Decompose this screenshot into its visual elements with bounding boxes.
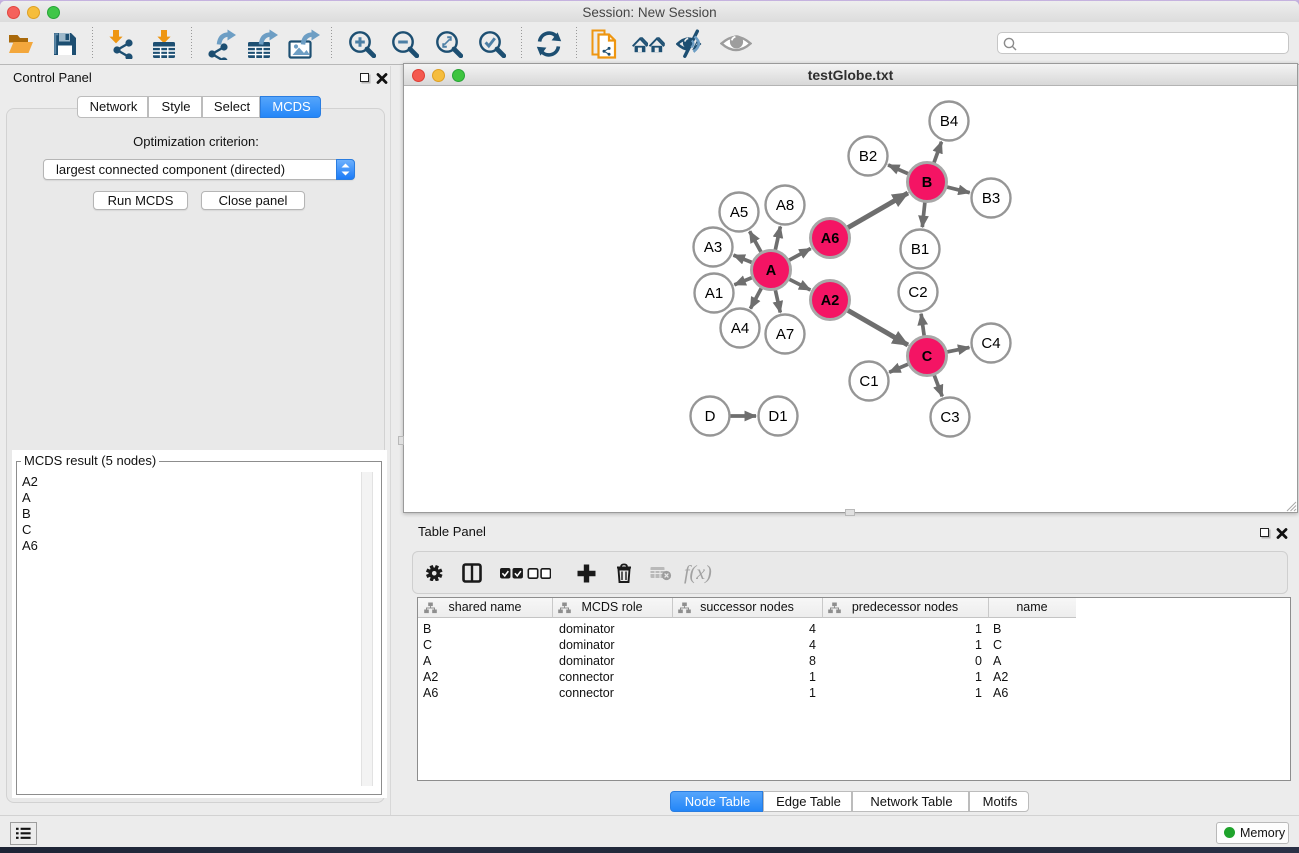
svg-text:B4: B4 (940, 113, 958, 130)
svg-text:A1: A1 (705, 285, 723, 302)
svg-text:A8: A8 (776, 197, 794, 214)
svg-text:C: C (922, 349, 933, 365)
svg-text:C1: C1 (859, 373, 878, 390)
svg-text:B1: B1 (911, 241, 929, 258)
svg-text:A6: A6 (821, 231, 840, 247)
svg-text:A4: A4 (731, 320, 749, 337)
svg-text:B3: B3 (982, 190, 1000, 207)
svg-text:A7: A7 (776, 326, 794, 343)
svg-text:C3: C3 (940, 409, 959, 426)
svg-text:A2: A2 (821, 293, 840, 309)
svg-text:D1: D1 (768, 408, 787, 425)
svg-text:D: D (705, 408, 716, 425)
svg-text:C2: C2 (908, 284, 927, 301)
svg-text:A3: A3 (704, 239, 722, 256)
svg-text:A5: A5 (730, 204, 748, 221)
svg-text:B: B (922, 175, 932, 191)
svg-text:A: A (766, 263, 777, 279)
svg-text:B2: B2 (859, 148, 877, 165)
svg-text:C4: C4 (981, 335, 1000, 352)
